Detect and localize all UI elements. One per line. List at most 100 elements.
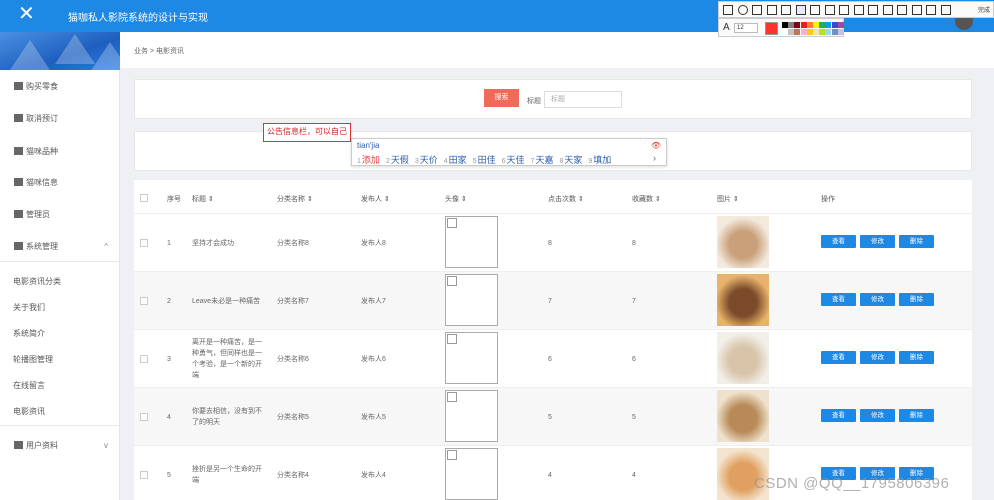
record-icon[interactable] bbox=[882, 5, 893, 15]
search-button[interactable]: 搜索 bbox=[484, 89, 519, 107]
pen-icon[interactable] bbox=[766, 5, 777, 15]
color-swatch[interactable] bbox=[813, 29, 819, 35]
edit-button[interactable]: 修改 bbox=[860, 293, 895, 306]
ime-candidate[interactable]: 7天嘉 bbox=[531, 155, 554, 165]
delete-button[interactable]: 删除 bbox=[899, 351, 934, 364]
column-header[interactable]: 收藏数 ⇕ bbox=[632, 194, 661, 204]
pin-window-icon[interactable] bbox=[868, 5, 878, 15]
font-icon[interactable]: A bbox=[723, 22, 730, 33]
ime-candidate[interactable]: 8天家 bbox=[559, 155, 582, 165]
eye-icon[interactable]: 👁 bbox=[651, 141, 661, 150]
color-swatch[interactable] bbox=[794, 29, 801, 35]
mosaic-icon[interactable] bbox=[781, 5, 791, 15]
color-swatch[interactable] bbox=[800, 29, 807, 35]
sidebar-item-5[interactable]: 系统管理 ^ bbox=[0, 236, 120, 256]
row-checkbox[interactable] bbox=[140, 239, 148, 247]
row-category: 分类名称8 bbox=[277, 240, 309, 247]
view-button[interactable]: 查看 bbox=[821, 409, 856, 422]
sidebar-item-4[interactable]: 管理员 bbox=[0, 204, 120, 224]
font-size-select[interactable]: 12 bbox=[734, 23, 758, 33]
chevron-down-icon[interactable]: v bbox=[104, 441, 108, 450]
color-swatch[interactable] bbox=[825, 22, 832, 28]
color-swatch[interactable] bbox=[819, 22, 826, 28]
sidebar-item-label: 猫咪品种 bbox=[26, 146, 58, 156]
sidebar-subitem[interactable]: 电影资讯 bbox=[13, 406, 45, 417]
edit-button[interactable]: 修改 bbox=[860, 351, 895, 364]
text-icon[interactable] bbox=[795, 5, 806, 15]
ime-candidate[interactable]: 6天佳 bbox=[502, 155, 525, 165]
ime-candidate[interactable]: 4田家 bbox=[444, 155, 467, 165]
color-swatch[interactable] bbox=[782, 29, 788, 35]
edit-button[interactable]: 修改 bbox=[860, 409, 895, 422]
save-icon[interactable] bbox=[911, 5, 922, 15]
color-swatch[interactable] bbox=[825, 29, 832, 35]
select-all-checkbox[interactable] bbox=[140, 194, 148, 202]
view-button[interactable]: 查看 bbox=[821, 351, 856, 364]
column-header[interactable]: 标题 ⇕ bbox=[192, 194, 214, 204]
ime-candidate[interactable]: 5田佳 bbox=[473, 155, 496, 165]
delete-button[interactable]: 删除 bbox=[899, 293, 934, 306]
chevron-up-icon[interactable]: ^ bbox=[104, 242, 108, 251]
search-input[interactable]: 标题 bbox=[544, 91, 622, 108]
column-header[interactable]: 头像 ⇕ bbox=[445, 194, 467, 204]
color-swatch[interactable] bbox=[837, 22, 844, 28]
current-color-swatch[interactable] bbox=[765, 22, 778, 35]
color-swatch[interactable] bbox=[831, 29, 838, 35]
column-header[interactable]: 分类名称 ⇕ bbox=[277, 194, 313, 204]
sidebar-item-2[interactable]: 猫咪品种 bbox=[0, 141, 120, 161]
row-checkbox[interactable] bbox=[140, 413, 148, 421]
bookmark-icon[interactable] bbox=[926, 5, 936, 15]
ellipse-icon[interactable] bbox=[737, 5, 748, 15]
row-publisher: 发布人8 bbox=[361, 240, 386, 247]
color-swatch[interactable] bbox=[800, 22, 807, 28]
color-swatch[interactable] bbox=[837, 29, 844, 35]
pin-icon[interactable] bbox=[839, 5, 849, 15]
color-swatch[interactable] bbox=[788, 22, 795, 28]
sidebar-item-1[interactable]: 取消预订 bbox=[0, 108, 120, 128]
undo-icon[interactable] bbox=[810, 5, 820, 15]
color-swatch[interactable] bbox=[813, 22, 819, 28]
sidebar-subitem[interactable]: 电影资讯分类 bbox=[13, 276, 61, 287]
ime-candidate[interactable]: 1添加 bbox=[357, 155, 380, 165]
copy-icon[interactable] bbox=[824, 5, 835, 15]
column-header[interactable]: 图片 ⇕ bbox=[717, 194, 739, 204]
column-header[interactable]: 点击次数 ⇕ bbox=[548, 194, 584, 204]
edit-button[interactable]: 修改 bbox=[860, 235, 895, 248]
line-icon[interactable] bbox=[752, 5, 762, 15]
done-button[interactable]: 完成 bbox=[978, 5, 990, 14]
row-checkbox[interactable] bbox=[140, 471, 148, 479]
close-icon[interactable] bbox=[940, 5, 951, 15]
color-swatch[interactable] bbox=[788, 29, 795, 35]
rectangle-icon[interactable] bbox=[723, 5, 733, 15]
color-swatch[interactable] bbox=[819, 29, 826, 35]
color-swatch[interactable] bbox=[794, 22, 801, 28]
sidebar-item-3[interactable]: 猫咪信息 bbox=[0, 172, 120, 192]
sidebar-item-0[interactable]: 购买零食 bbox=[0, 76, 120, 96]
view-button[interactable]: 查看 bbox=[821, 293, 856, 306]
ime-candidate[interactable]: 9填加 bbox=[588, 155, 611, 165]
ime-candidate[interactable]: 3天价 bbox=[415, 155, 438, 165]
color-swatch[interactable] bbox=[806, 29, 813, 35]
sidebar-subitem[interactable]: 在线留言 bbox=[13, 380, 45, 391]
grid-icon bbox=[14, 178, 23, 186]
notice-input[interactable]: 公告信息栏，可以自己 bbox=[263, 123, 351, 142]
ime-candidate[interactable]: 2天假 bbox=[386, 155, 409, 165]
sidebar-subitem[interactable]: 轮播图管理 bbox=[13, 354, 53, 365]
download-icon[interactable] bbox=[897, 5, 907, 15]
row-checkbox[interactable] bbox=[140, 355, 148, 363]
row-clicks: 5 bbox=[548, 414, 552, 421]
delete-button[interactable]: 删除 bbox=[899, 409, 934, 422]
close-icon[interactable]: ✕ bbox=[18, 4, 38, 24]
color-swatch[interactable] bbox=[806, 22, 813, 28]
sidebar-item-user-profile[interactable]: 用户资料 v bbox=[0, 435, 120, 455]
color-swatch[interactable] bbox=[782, 22, 788, 28]
color-swatch[interactable] bbox=[831, 22, 838, 28]
chevron-right-icon[interactable]: › bbox=[653, 153, 656, 163]
crop-icon[interactable] bbox=[853, 5, 864, 15]
view-button[interactable]: 查看 bbox=[821, 235, 856, 248]
sidebar-subitem[interactable]: 系统简介 bbox=[13, 328, 45, 339]
column-header[interactable]: 发布人 ⇕ bbox=[361, 194, 390, 204]
sidebar-subitem[interactable]: 关于我们 bbox=[13, 302, 45, 313]
row-checkbox[interactable] bbox=[140, 297, 148, 305]
delete-button[interactable]: 删除 bbox=[899, 235, 934, 248]
